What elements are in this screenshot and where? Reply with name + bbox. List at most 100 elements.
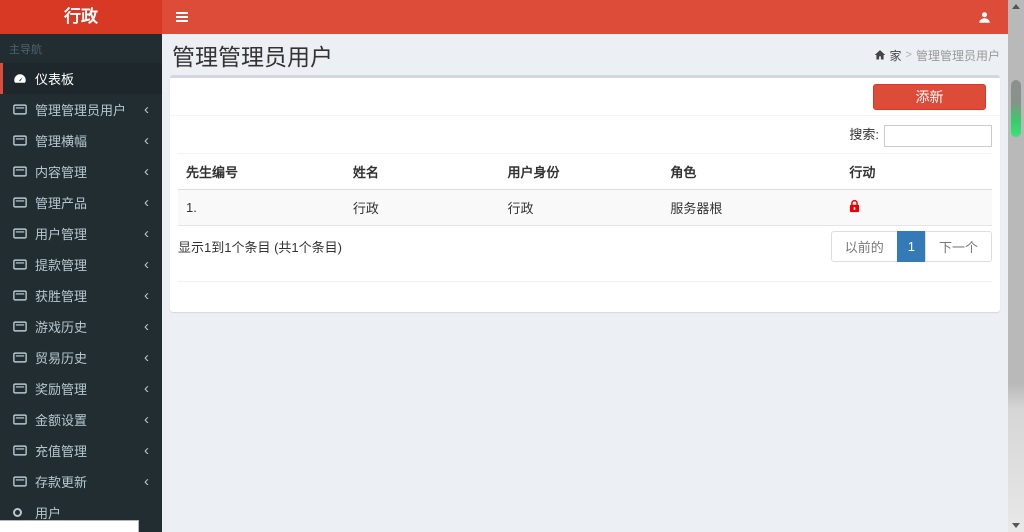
column-header-identity[interactable]: 用户身份 (499, 152, 663, 190)
sidebar-item-dashboard[interactable]: 仪表板 (0, 63, 162, 94)
app-logo[interactable]: 行政 (0, 0, 162, 34)
sidebar-item-label: 存款更新 (35, 475, 88, 490)
chevron-left-icon: ‹ (144, 256, 149, 273)
user-menu-button[interactable] (966, 0, 1002, 34)
panel-body: 搜索: 先生编号 姓名 用户身份 角色 行动 1. 行政 行政 服务器根 显示1… (170, 116, 1000, 312)
chevron-left-icon: ‹ (144, 132, 149, 149)
breadcrumb-home-link[interactable]: 家 (890, 47, 902, 64)
sidebar-item-label: 用户管理 (35, 227, 88, 242)
column-header-name[interactable]: 姓名 (344, 152, 500, 190)
panel-icon (13, 445, 35, 456)
breadcrumb-current: 管理管理员用户 (915, 48, 1000, 63)
sidebar-item-reward-management[interactable]: 奖励管理 ‹ (0, 373, 162, 404)
sidebar-item-label: 游戏历史 (35, 320, 88, 335)
panel-icon (13, 259, 35, 270)
pagination-next-button[interactable]: 下一个 (924, 230, 992, 262)
admin-users-table: 先生编号 姓名 用户身份 角色 行动 1. 行政 行政 服务器根 (178, 152, 992, 226)
sidebar-item-amount-settings[interactable]: 金额设置 ‹ (0, 404, 162, 435)
panel-header: 添新 (170, 78, 1000, 116)
chevron-left-icon: ‹ (144, 287, 149, 304)
panel-icon (13, 321, 35, 332)
scroll-down-arrow-icon[interactable] (1012, 523, 1020, 528)
chevron-left-icon: ‹ (144, 442, 149, 459)
sidebar-item-label: 充值管理 (35, 444, 88, 459)
cell-identity: 行政 (499, 189, 663, 226)
lock-icon[interactable] (849, 199, 860, 213)
search-input[interactable] (884, 124, 992, 147)
sidebar-item-withdrawal-management[interactable]: 提款管理 ‹ (0, 249, 162, 280)
panel-divider (178, 280, 992, 282)
chevron-left-icon: ‹ (144, 101, 149, 118)
column-header-sn[interactable]: 先生编号 (178, 152, 345, 190)
circle-o-icon (13, 508, 35, 517)
table-footer: 显示1到1个条目 (共1个条目) 以前的 1 下一个 (178, 230, 992, 262)
sidebar-item-label: 仪表板 (35, 72, 75, 87)
sidebar-item-manage-admin-users[interactable]: 管理管理员用户 ‹ (0, 94, 162, 125)
content-header: 管理管理员用户 家 > 管理管理员用户 (162, 34, 1024, 75)
sidebar-item-winning-management[interactable]: 获胜管理 ‹ (0, 280, 162, 311)
sidebar-item-user-management[interactable]: 用户管理 ‹ (0, 218, 162, 249)
pagination: 以前的 1 下一个 (830, 230, 992, 262)
sidebar-item-label: 金额设置 (35, 413, 88, 428)
sidebar-item-label: 获胜管理 (35, 289, 88, 304)
sidebar-item-manage-products[interactable]: 管理产品 ‹ (0, 187, 162, 218)
admin-users-panel: 添新 搜索: 先生编号 姓名 用户身份 角色 行动 1. 行政 行政 服务器根 … (170, 75, 1000, 312)
chevron-left-icon: ‹ (144, 473, 149, 490)
dashboard-icon (13, 73, 35, 85)
panel-icon (13, 414, 35, 425)
sidebar-item-deposit-update[interactable]: 存款更新 ‹ (0, 466, 162, 497)
table-info-text: 显示1到1个条目 (共1个条目) (178, 239, 342, 255)
panel-icon (13, 135, 35, 146)
sidebar-item-content-management[interactable]: 内容管理 ‹ (0, 156, 162, 187)
pagination-page-1-button[interactable]: 1 (896, 230, 926, 262)
panel-icon (13, 290, 35, 301)
column-header-role[interactable]: 角色 (662, 152, 842, 190)
sidebar-item-recharge-management[interactable]: 充值管理 ‹ (0, 435, 162, 466)
chevron-left-icon: ‹ (144, 194, 149, 211)
status-bar-tooltip (0, 520, 139, 532)
chevron-left-icon: ‹ (144, 411, 149, 428)
scrollbar-thumb[interactable] (1011, 80, 1021, 137)
cell-sn: 1. (178, 189, 345, 226)
panel-icon (13, 104, 35, 115)
sidebar-item-label: 管理产品 (35, 196, 88, 211)
vertical-scrollbar[interactable] (1008, 0, 1024, 532)
sidebar-item-label: 奖励管理 (35, 382, 88, 397)
cell-name: 行政 (344, 189, 500, 226)
main-content: 管理管理员用户 家 > 管理管理员用户 添新 搜索: 先生编号 姓名 用户身份 … (162, 34, 1024, 532)
panel-icon (13, 383, 35, 394)
sidebar-item-game-history[interactable]: 游戏历史 ‹ (0, 311, 162, 342)
cell-role: 服务器根 (662, 189, 842, 226)
sidebar-item-label: 提款管理 (35, 258, 88, 273)
home-icon (874, 50, 885, 60)
sidebar-toggle-button[interactable] (162, 0, 202, 34)
chevron-left-icon: ‹ (144, 163, 149, 180)
sidebar-section-label: 主导航 (9, 44, 42, 56)
sidebar-item-label: 贸易历史 (35, 351, 88, 366)
scroll-up-arrow-icon[interactable] (1012, 4, 1020, 9)
panel-icon (13, 228, 35, 239)
panel-icon (13, 166, 35, 177)
chevron-left-icon: ‹ (144, 349, 149, 366)
table-filter: 搜索: (178, 124, 992, 147)
column-header-action[interactable]: 行动 (841, 152, 992, 190)
breadcrumb: 家 > 管理管理员用户 (874, 47, 1000, 64)
top-navbar: 行政 (0, 0, 1024, 34)
chevron-left-icon: ‹ (144, 225, 149, 242)
sidebar-item-trade-history[interactable]: 贸易历史 ‹ (0, 342, 162, 373)
add-new-button[interactable]: 添新 (873, 84, 986, 110)
chevron-left-icon: ‹ (144, 380, 149, 397)
pagination-previous-button[interactable]: 以前的 (830, 230, 898, 262)
sidebar: 主导航 仪表板 管理管理员用户 ‹ 管理横幅 ‹ 内容管理 ‹ 管理产品 ‹ 用… (0, 34, 162, 532)
page-title: 管理管理员用户 (172, 44, 333, 70)
table-row: 1. 行政 行政 服务器根 (178, 189, 992, 226)
sidebar-item-label: 内容管理 (35, 165, 88, 180)
sidebar-item-label: 管理横幅 (35, 134, 88, 149)
panel-icon (13, 197, 35, 208)
panel-icon (13, 352, 35, 363)
bars-icon (176, 12, 188, 14)
breadcrumb-separator: > (905, 49, 912, 61)
sidebar-item-manage-banner[interactable]: 管理横幅 ‹ (0, 125, 162, 156)
user-icon (978, 11, 990, 23)
table-header-row: 先生编号 姓名 用户身份 角色 行动 (178, 152, 992, 190)
